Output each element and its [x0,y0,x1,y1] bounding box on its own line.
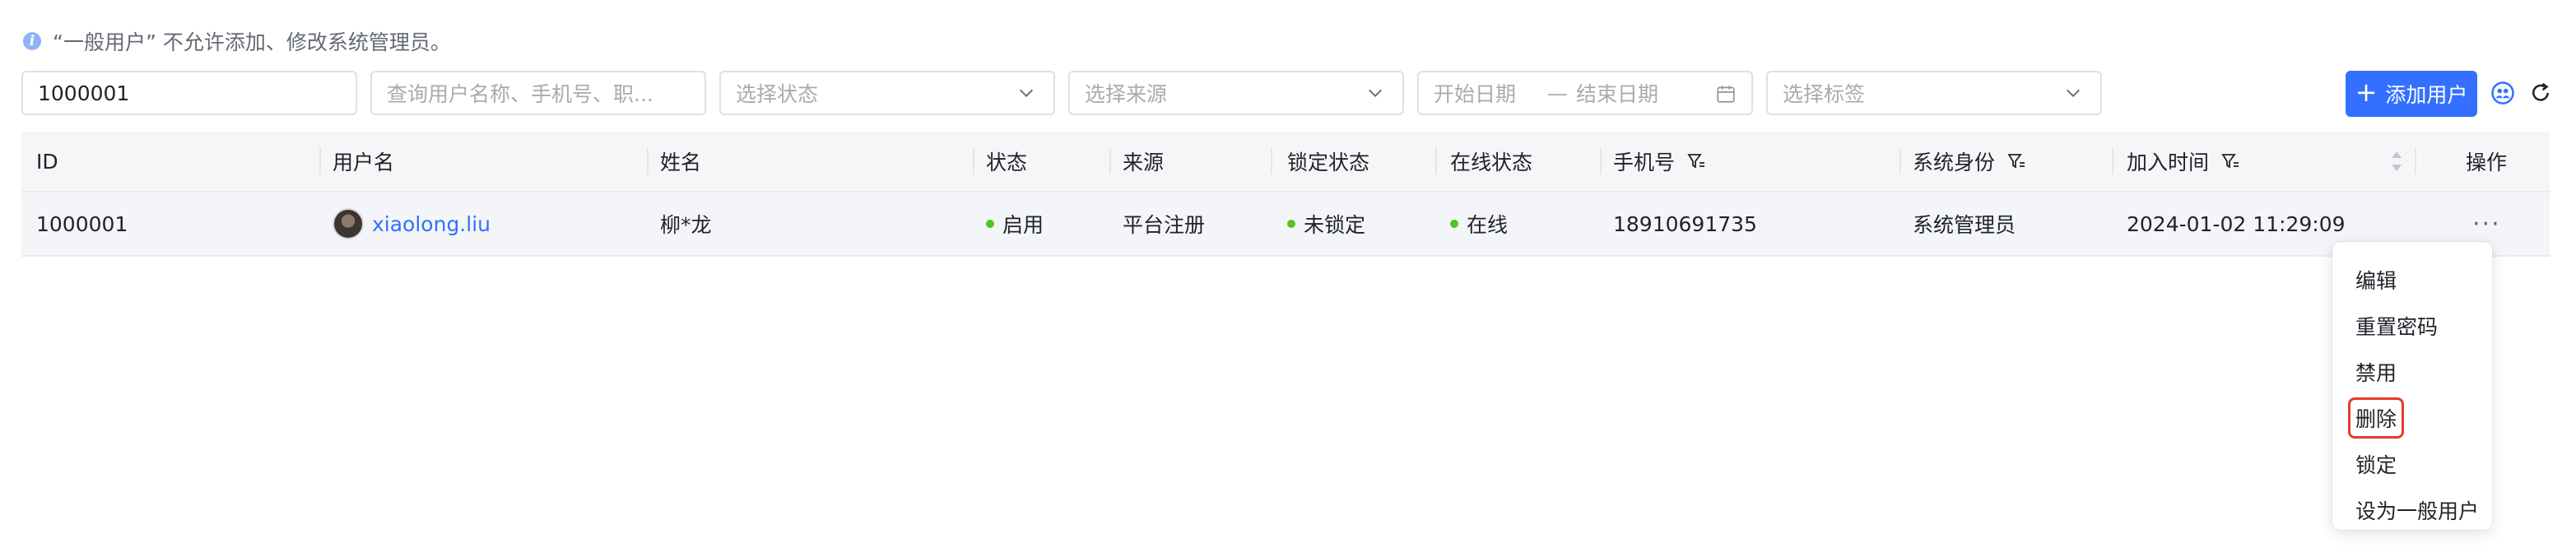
filter-bar: 1000001 查询用户名称、手机号、职... 选择状态 选择来源 开始日期 —… [21,71,2556,117]
notice-bar: i “一般用户” 不允许添加、修改系统管理员。 [23,26,451,56]
filter-icon[interactable] [2220,151,2240,171]
col-name: 姓名 [660,151,702,174]
id-filter-input[interactable]: 1000001 [21,71,357,115]
col-system-role: 系统身份 [1913,132,2026,191]
col-system-role-label: 系统身份 [1913,151,1996,174]
tag-select[interactable]: 选择标签 [1766,71,2102,115]
col-joined-at-label: 加入时间 [2127,151,2210,174]
status-select[interactable]: 选择状态 [719,71,1055,115]
user-group-icon[interactable] [2490,81,2515,105]
column-divider [647,148,649,174]
col-status: 状态 [986,151,1028,174]
status-placeholder: 选择状态 [736,82,819,106]
lock-status-text: 未锁定 [1304,213,1366,237]
menu-item-edit[interactable]: 编辑 [2332,257,2492,303]
column-divider [1271,148,1272,174]
status-dot [986,220,994,228]
plus-icon: + [2355,77,2378,108]
menu-item-reset-password[interactable]: 重置密码 [2332,303,2492,349]
refresh-icon[interactable] [2528,81,2553,105]
date-range-picker[interactable]: 开始日期 — 结束日期 [1417,71,1753,115]
sort-icon[interactable] [2388,146,2405,176]
column-divider [2415,148,2416,174]
col-phone-label: 手机号 [1613,151,1676,174]
calendar-icon [1717,86,1735,103]
id-filter-value: 1000001 [38,81,130,105]
online-status-text: 在线 [1467,213,1509,237]
notice-text: “一般用户” 不允许添加、修改系统管理员。 [53,30,451,54]
add-user-label: 添加用户 [2385,83,2468,107]
lock-status-dot [1287,220,1295,228]
cell-system-role: 系统管理员 [1913,213,2016,237]
chevron-down-icon [2067,89,2080,97]
col-source: 来源 [1123,151,1165,174]
info-icon: i [23,32,41,50]
column-divider [319,148,321,174]
menu-item-delete[interactable]: 删除 [2332,395,2492,441]
filter-icon[interactable] [1686,151,1706,171]
cell-lock-status: 未锁定 [1287,193,1365,255]
chevron-down-icon [1369,89,1382,97]
online-status-dot [1450,220,1458,228]
chevron-down-icon [1020,89,1033,97]
cell-status: 启用 [986,193,1044,255]
column-divider [1109,148,1111,174]
status-text: 启用 [1002,213,1044,237]
menu-item-disable[interactable]: 禁用 [2332,349,2492,395]
cell-joined-at: 2024-01-02 11:29:09 [2127,211,2346,236]
cell-source: 平台注册 [1123,213,1206,237]
table-row[interactable]: 1000001 xiaolong.liu 柳*龙 启用 平台注册 未锁定 在线 … [21,193,2550,257]
col-lock-status: 锁定状态 [1287,151,1370,174]
col-joined-at: 加入时间 [2127,132,2240,191]
search-placeholder: 查询用户名称、手机号、职... [387,82,653,106]
col-username: 用户名 [332,151,395,174]
column-divider [1435,148,1437,174]
cell-phone: 18910691735 [1613,211,1757,236]
col-id: ID [36,149,58,174]
col-online-status: 在线状态 [1450,151,1533,174]
col-actions: 操作 [2466,151,2508,174]
column-divider [2112,148,2113,174]
action-menu: 编辑 重置密码 禁用 删除 锁定 设为一般用户 [2332,242,2492,530]
username-link[interactable]: xiaolong.liu [372,212,491,236]
avatar [332,208,364,239]
tag-placeholder: 选择标签 [1783,82,1866,106]
menu-item-lock[interactable]: 锁定 [2332,441,2492,487]
cell-id: 1000001 [36,211,128,236]
column-divider [1899,148,1901,174]
column-divider [973,148,974,174]
cell-username: xiaolong.liu [332,193,491,255]
cell-name: 柳*龙 [660,213,712,237]
date-separator: — [1547,81,1569,105]
user-table: ID 用户名 姓名 状态 来源 锁定状态 在线状态 手机号 系统身份 加入时间 … [21,132,2550,257]
column-divider [1600,148,1602,174]
menu-item-set-normal-user[interactable]: 设为一般用户 [2332,487,2492,533]
source-placeholder: 选择来源 [1085,82,1168,106]
source-select[interactable]: 选择来源 [1068,71,1404,115]
filter-icon[interactable] [2006,151,2026,171]
delete-highlight[interactable]: 删除 [2348,397,2405,439]
search-input[interactable]: 查询用户名称、手机号、职... [370,71,706,115]
col-phone: 手机号 [1613,132,1706,191]
start-date-placeholder: 开始日期 [1434,82,1517,106]
end-date-placeholder: 结束日期 [1576,82,1659,106]
table-header: ID 用户名 姓名 状态 来源 锁定状态 在线状态 手机号 系统身份 加入时间 … [21,132,2550,193]
add-user-button[interactable]: + 添加用户 [2346,71,2477,117]
cell-online-status: 在线 [1450,193,1508,255]
